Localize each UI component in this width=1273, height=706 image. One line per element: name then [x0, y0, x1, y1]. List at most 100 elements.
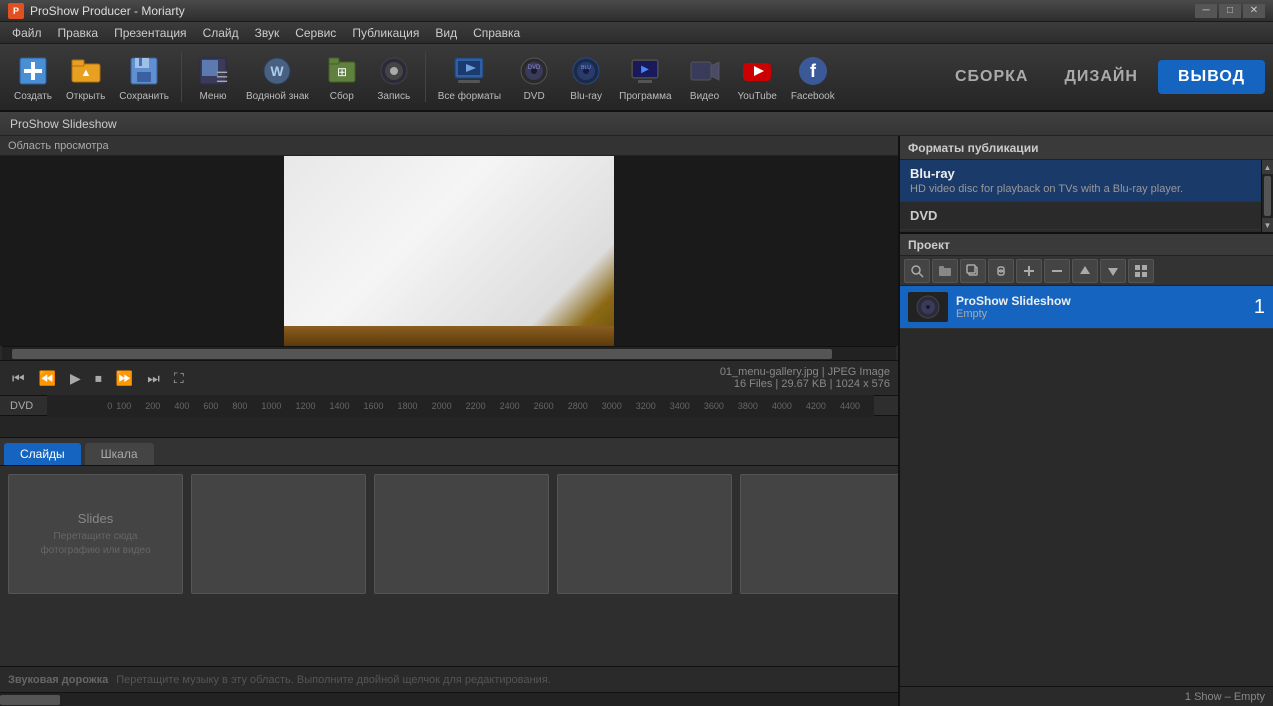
- save-label: Сохранить: [119, 91, 169, 102]
- project-footer-text: 1 Show – Empty: [1185, 691, 1265, 703]
- format-bluray-name: Blu-ray: [910, 166, 1251, 181]
- watermark-icon: W: [259, 53, 295, 89]
- proj-tb-grid[interactable]: [1128, 259, 1154, 283]
- menubar: Файл Правка Презентация Слайд Звук Серви…: [0, 22, 1273, 44]
- menu-service[interactable]: Сервис: [287, 22, 344, 44]
- audio-track-label: Звуковая дорожка: [8, 674, 108, 686]
- allformats-icon: [451, 53, 487, 89]
- bluray-label: Blu-ray: [570, 91, 602, 102]
- pub-formats-scrollbar[interactable]: ▲ ▼: [1261, 160, 1273, 232]
- record-button[interactable]: Запись: [369, 49, 419, 106]
- stop-button[interactable]: ⏹: [91, 368, 106, 389]
- slide-slot-2[interactable]: [191, 474, 366, 594]
- proj-tb-move-down[interactable]: [1100, 259, 1126, 283]
- menu-tb-button[interactable]: ☰ Меню: [188, 49, 238, 106]
- create-button[interactable]: Создать: [8, 49, 58, 106]
- allformats-button[interactable]: Все форматы: [432, 49, 507, 106]
- fast-forward-button[interactable]: ⏩: [112, 368, 137, 389]
- file-info-line1: 01_menu-gallery.jpg | JPEG Image: [720, 366, 890, 378]
- skip-start-button[interactable]: ⏮: [8, 368, 29, 389]
- tab-timeline[interactable]: Шкала: [85, 443, 154, 465]
- project-header: Проект: [900, 232, 1273, 256]
- proj-tb-search[interactable]: [904, 259, 930, 283]
- collect-button[interactable]: ⊞ Сбор: [317, 49, 367, 106]
- tab-slides[interactable]: Слайды: [4, 443, 81, 465]
- slide-placeholder-hint: Перетащите сюдафотографию или видео: [40, 530, 150, 558]
- menu-file[interactable]: Файл: [4, 22, 50, 44]
- watermark-label: Водяной знак: [246, 91, 309, 102]
- proj-tb-remove[interactable]: [1044, 259, 1070, 283]
- project-item-number: 1: [1254, 296, 1265, 319]
- facebook-label: Facebook: [791, 91, 835, 102]
- rewind-button[interactable]: ⏪: [35, 368, 60, 389]
- svg-text:▶: ▶: [641, 64, 649, 75]
- project-item-info: ProShow Slideshow Empty: [956, 294, 1246, 320]
- slide-slot-4[interactable]: [557, 474, 732, 594]
- slide-slot-3[interactable]: [374, 474, 549, 594]
- menu-sound[interactable]: Звук: [247, 22, 288, 44]
- scroll-up-button[interactable]: ▲: [1262, 160, 1273, 174]
- program-button[interactable]: ▶ Программа: [613, 49, 677, 106]
- format-bluray[interactable]: Blu-ray HD video disc for playback on TV…: [900, 160, 1261, 202]
- proj-tb-add[interactable]: [1016, 259, 1042, 283]
- transport-controls: ⏮ ⏪ ▶ ⏹ ⏩ ⏭ ⛶ 01_menu-gallery.jpg | JPEG…: [0, 360, 898, 396]
- assembly-mode-button[interactable]: СБОРКА: [939, 62, 1045, 92]
- youtube-label: YouTube: [738, 91, 777, 102]
- menu-view[interactable]: Вид: [427, 22, 465, 44]
- video-label: Видео: [690, 91, 719, 102]
- maximize-button[interactable]: □: [1219, 4, 1241, 18]
- window-title: ProShow Producer - Moriarty: [30, 4, 1195, 18]
- record-label: Запись: [377, 91, 410, 102]
- proj-tb-copy[interactable]: [960, 259, 986, 283]
- slide-placeholder-first[interactable]: Slides Перетащите сюдафотографию или вид…: [8, 474, 183, 594]
- watermark-button[interactable]: W Водяной знак: [240, 49, 315, 106]
- video-icon: [687, 53, 723, 89]
- menu-publish[interactable]: Публикация: [344, 22, 427, 44]
- bottom-scrollbar[interactable]: [0, 692, 898, 706]
- close-button[interactable]: ✕: [1243, 4, 1265, 18]
- youtube-button[interactable]: YouTube: [732, 49, 783, 106]
- tabs-bar: Слайды Шкала: [0, 438, 898, 466]
- svg-text:⊞: ⊞: [337, 65, 347, 79]
- output-mode-button[interactable]: ВЫВОД: [1158, 60, 1265, 94]
- create-icon: [15, 53, 51, 89]
- proj-tb-open[interactable]: [932, 259, 958, 283]
- toolbar-separator-2: [425, 52, 426, 102]
- dvd-button[interactable]: DVD DVD: [509, 49, 559, 106]
- scroll-down-button[interactable]: ▼: [1262, 218, 1273, 232]
- pub-formats-content: Blu-ray HD video disc for playback on TV…: [900, 160, 1261, 232]
- proj-tb-link[interactable]: [988, 259, 1014, 283]
- bottom-scrollbar-track: [0, 693, 898, 706]
- menu-help[interactable]: Справка: [465, 22, 528, 44]
- program-label: Программа: [619, 91, 671, 102]
- minimize-button[interactable]: ─: [1195, 4, 1217, 18]
- bluray-button[interactable]: BLU Blu-ray: [561, 49, 611, 106]
- skip-end-button[interactable]: ⏭: [143, 368, 164, 389]
- play-button[interactable]: ▶: [66, 368, 85, 389]
- facebook-button[interactable]: f Facebook: [785, 49, 841, 106]
- toolbar-separator-1: [181, 52, 182, 102]
- video-button[interactable]: Видео: [680, 49, 730, 106]
- proj-tb-move-up[interactable]: [1072, 259, 1098, 283]
- menu-slide[interactable]: Слайд: [195, 22, 247, 44]
- timeline-format-label: DVD: [4, 400, 39, 412]
- menu-edit[interactable]: Правка: [50, 22, 107, 44]
- menu-presentation[interactable]: Презентация: [106, 22, 195, 44]
- format-dvd[interactable]: DVD: [900, 202, 1261, 230]
- project-item-name: ProShow Slideshow: [956, 294, 1246, 308]
- pub-formats-row: Blu-ray HD video disc for playback on TV…: [900, 160, 1273, 232]
- slides-area[interactable]: Slides Перетащите сюдафотографию или вид…: [0, 466, 898, 666]
- preview-scrollbar[interactable]: [2, 346, 896, 360]
- create-label: Создать: [14, 91, 52, 102]
- open-button[interactable]: ▲ Открыть: [60, 49, 111, 106]
- slide-slot-5[interactable]: [740, 474, 898, 594]
- mode-buttons: СБОРКА ДИЗАЙН ВЫВОД: [939, 60, 1265, 94]
- design-mode-button[interactable]: ДИЗАЙН: [1048, 62, 1154, 92]
- record-icon: [376, 53, 412, 89]
- menu-tb-label: Меню: [199, 91, 226, 102]
- save-button[interactable]: Сохранить: [113, 49, 175, 106]
- right-panel: Форматы публикации Blu-ray HD video disc…: [898, 136, 1273, 706]
- project-toolbar: [900, 256, 1273, 286]
- project-item-1[interactable]: ProShow Slideshow Empty 1: [900, 286, 1273, 329]
- fullscreen-button[interactable]: ⛶: [170, 368, 188, 389]
